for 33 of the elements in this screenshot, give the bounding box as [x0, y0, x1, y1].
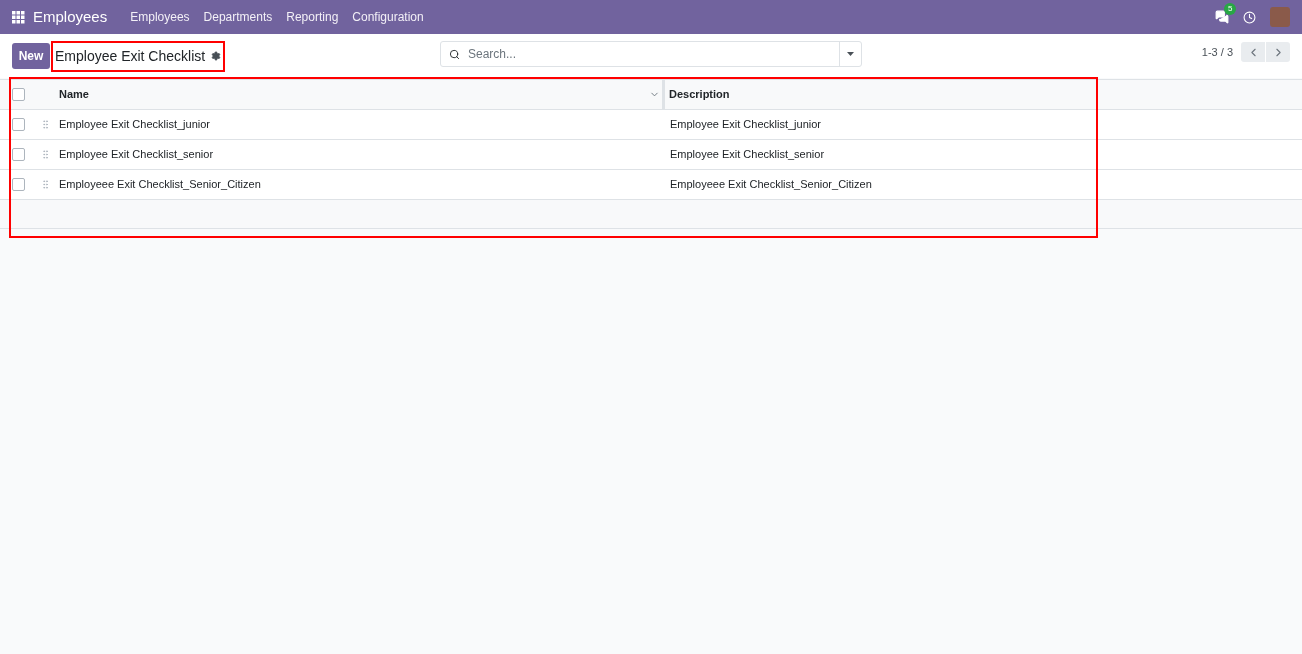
caret-icon: [847, 52, 854, 56]
column-header[interactable]: Description: [665, 86, 730, 103]
previous-page-button[interactable]: [1241, 42, 1265, 62]
nav-menu-item[interactable]: Reporting: [279, 8, 346, 26]
search-icon: [449, 48, 460, 60]
nav-menu-item[interactable]: Employees: [123, 8, 197, 26]
checkbox[interactable]: [12, 178, 25, 191]
table-cell-text: Employeee Exit Checklist_Senior_Citizen: [670, 177, 872, 193]
table-cell-text: Employeee Exit Checklist_Senior_Citizen: [59, 177, 262, 193]
nav-menu-item[interactable]: Departments: [196, 8, 280, 26]
clock-icon[interactable]: [1243, 10, 1256, 24]
checkbox[interactable]: [12, 88, 25, 101]
chat-icon[interactable]: [1215, 10, 1229, 24]
table-cell-text: Employee Exit Checklist_junior: [670, 117, 821, 133]
message-count-badge: 5: [1224, 3, 1237, 15]
drag-handle-icon[interactable]: [40, 149, 51, 160]
page-title: Employee Exit Checklist: [55, 46, 206, 66]
new-button[interactable]: New: [12, 43, 50, 69]
next-page-button[interactable]: [1266, 42, 1290, 62]
checkbox[interactable]: [12, 148, 25, 161]
checkbox[interactable]: [12, 118, 25, 131]
settings-icon[interactable]: [211, 51, 222, 61]
table-cell-text: Employee Exit Checklist_senior: [59, 147, 215, 163]
app-name[interactable]: Employees: [33, 5, 108, 29]
table-cell-text: Employee Exit Checklist_senior: [670, 147, 825, 163]
search-input[interactable]: Search...: [468, 45, 839, 63]
pager-value: 1-3 / 3: [1201, 44, 1233, 60]
nav-menu-item[interactable]: Configuration: [345, 8, 431, 26]
drag-handle-icon[interactable]: [40, 179, 51, 190]
table-cell-text: Employee Exit Checklist_junior: [59, 117, 211, 133]
search-field[interactable]: Search...: [440, 41, 862, 67]
apps-grid-icon[interactable]: [12, 10, 25, 24]
drag-handle-icon[interactable]: [40, 119, 51, 130]
